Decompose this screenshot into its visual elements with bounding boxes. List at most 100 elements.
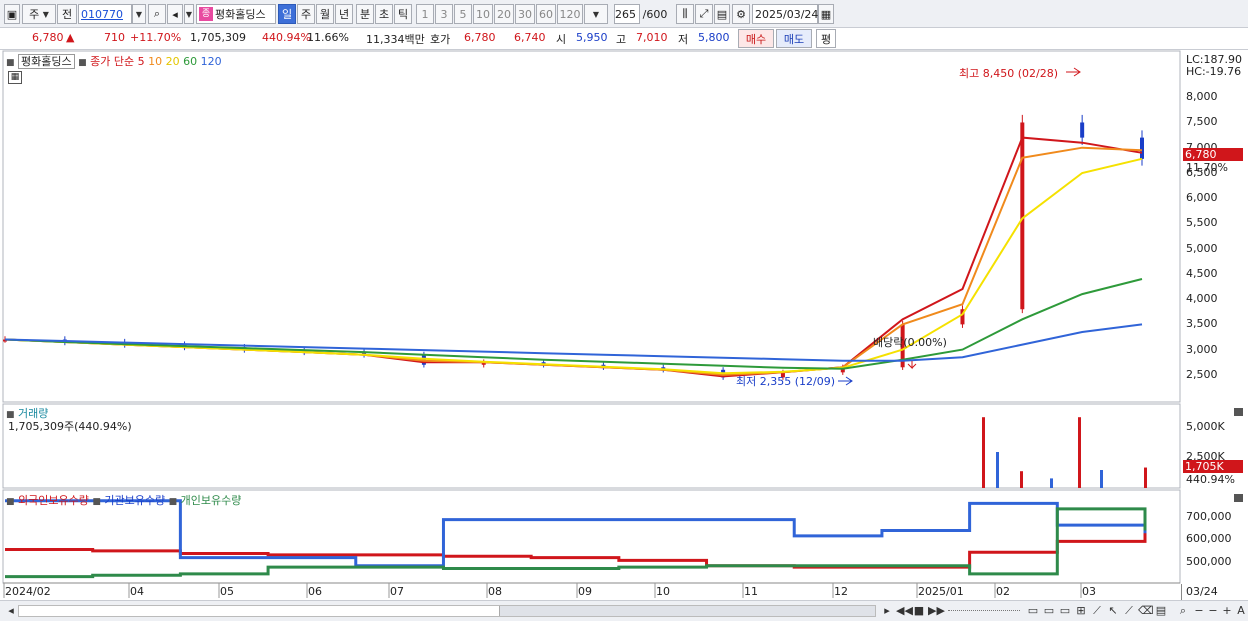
volume-bar (1144, 467, 1147, 488)
holding-tick-500k: 500,000 (1186, 555, 1232, 568)
line-tool-icon[interactable]: ⟋ (1090, 604, 1104, 618)
holding-line-0 (5, 527, 1147, 569)
price-tick-label: 6,000 (1186, 191, 1218, 205)
bottom-bar: ◂ ▸ ◀◀ ■ ▶▶ ▭ ▭ ▭ ⊞ ⟋ ↖ ⟋ ⌫ ▤ ⌕ − − + A (0, 600, 1248, 621)
price-tick-label: 5,000 (1186, 241, 1218, 255)
legend-individual: 개인보유수량 (180, 494, 242, 507)
chart-canvas[interactable] (0, 0, 1248, 621)
price-tick-label: 2,500 (1186, 367, 1218, 381)
candle-body (1020, 122, 1025, 310)
price-legend: ■ 평화홀딩스 ■ 종가 단순 5 10 20 60 120 (6, 53, 222, 69)
x-tick-label: 12 (834, 585, 848, 598)
ma-line-10 (4, 146, 1143, 376)
scrollbar-thumb[interactable] (499, 606, 875, 616)
holding-legend: ■ 외국인보유수량 ■ 기관보유수량 ■ 개인보유수량 (6, 492, 241, 508)
font-size-icon[interactable]: A (1234, 604, 1248, 618)
low-arrow-icon (838, 376, 853, 386)
stop-icon[interactable]: ■ (912, 604, 926, 618)
volume-bar (1100, 470, 1103, 488)
candle-body (1080, 122, 1085, 138)
legend-institution: 기관보유수량 (104, 494, 166, 507)
x-tick-label: 11 (744, 585, 758, 598)
legend-square-icon: ■ (6, 497, 15, 507)
zoom-icon[interactable]: ⌕ (1176, 604, 1190, 618)
fast-forward-icon[interactable]: ▶▶ (928, 604, 945, 618)
volume-bar (982, 417, 985, 488)
holding-tick-700k: 700,000 (1186, 510, 1232, 523)
volume-bar (1020, 471, 1023, 488)
high-arrow-icon (1066, 67, 1081, 77)
x-tick-label: 10 (656, 585, 670, 598)
legend-ma120: 120 (200, 55, 222, 68)
current-price-tag: 6,780 (1183, 148, 1243, 161)
legend-ma60: 60 (183, 55, 198, 68)
legend-ma5: 5 (137, 55, 145, 68)
volume-value-label: 1,705,309주(440.94%) (8, 420, 132, 433)
legend-square-icon: ■ (92, 497, 101, 507)
hc-value: HC:-19.76 (1186, 65, 1242, 78)
calculator-icon[interactable]: ▦ (8, 71, 22, 84)
price-tick-label: 4,000 (1186, 292, 1218, 306)
legend-square-icon: ■ (168, 497, 178, 507)
moving-average-lines (4, 136, 1143, 378)
volume-pct-tag: 440.94% (1186, 473, 1235, 486)
chart-tool-icon[interactable]: ▭ (1026, 604, 1040, 618)
zoom-out-icon[interactable]: − (1192, 604, 1206, 618)
dividend-marker-icon (907, 361, 917, 370)
volume-tick-5000k: 5,000K (1186, 420, 1225, 433)
volume-bar (996, 452, 999, 488)
price-tick-label: 4,500 (1186, 266, 1218, 280)
legend-ma20: 20 (165, 55, 180, 68)
dividend-annotation: 배당락(0.00%) (873, 336, 947, 349)
volume-bars (982, 417, 1147, 488)
volume-bar (1050, 478, 1053, 488)
legend-foreign: 외국인보유수량 (18, 494, 89, 507)
axis-divider (1181, 584, 1182, 600)
x-tick-label: 03 (1082, 585, 1096, 598)
high-annotation: 최고 8,450 (02/28) (959, 67, 1059, 80)
current-pct-tag: 11.70% (1186, 161, 1228, 174)
legend-stock-name[interactable]: 평화홀딩스 (18, 54, 75, 69)
x-tick-label: 06 (308, 585, 322, 598)
volume-panel-frame (2, 403, 1181, 489)
minus-icon[interactable]: − (1206, 604, 1220, 618)
x-tick-label: 04 (130, 585, 144, 598)
candle-series (3, 114, 1144, 380)
zoom-in-icon[interactable]: + (1220, 604, 1234, 618)
rewind-icon[interactable]: ◀◀ (896, 604, 913, 618)
speed-slider[interactable] (948, 610, 1020, 612)
horizontal-scrollbar[interactable] (18, 605, 876, 617)
x-tick-label: 2025/01 (918, 585, 964, 598)
price-tick-label: 5,500 (1186, 216, 1218, 230)
compare-icon[interactable]: ▭ (1042, 604, 1056, 618)
holding-tick-600k: 600,000 (1186, 532, 1232, 545)
price-tick-label: 7,500 (1186, 115, 1218, 129)
price-tick-label: 3,000 (1186, 342, 1218, 356)
legend-square-icon: ■ (78, 58, 87, 68)
legend-close: 종가 단순 (90, 55, 135, 68)
price-tick-label: 3,500 (1186, 317, 1218, 331)
holding-panel-close-icon[interactable] (1234, 494, 1243, 502)
x-axis-right-label: 03/24 (1186, 585, 1218, 598)
volume-panel-close-icon[interactable] (1234, 408, 1243, 416)
cursor-tool-icon[interactable]: ↖ (1106, 604, 1120, 618)
price-tick-label: 8,000 (1186, 90, 1218, 104)
x-tick-label: 05 (220, 585, 234, 598)
volume-tag: 1,705K (1183, 460, 1243, 473)
low-annotation: 최저 2,355 (12/09) (736, 375, 836, 388)
scroll-left-icon[interactable]: ◂ (4, 604, 18, 618)
x-tick-label: 2024/02 (5, 585, 51, 598)
holding-line-1 (5, 499, 1147, 568)
trend-tool-icon[interactable]: ⟋ (1122, 604, 1136, 618)
ma-line-120 (4, 323, 1143, 362)
print-icon[interactable]: ▤ (1154, 604, 1168, 618)
scroll-right-icon[interactable]: ▸ (880, 604, 894, 618)
layout-toggle-icon[interactable]: ▭ (1058, 604, 1072, 618)
x-tick-label: 08 (488, 585, 502, 598)
candle-body (1140, 137, 1144, 159)
legend-square-icon: ■ (6, 58, 15, 68)
x-tick-label: 09 (578, 585, 592, 598)
erase-icon[interactable]: ⌫ (1138, 604, 1154, 618)
grid-icon[interactable]: ⊞ (1074, 604, 1088, 618)
volume-bar (1078, 417, 1081, 488)
